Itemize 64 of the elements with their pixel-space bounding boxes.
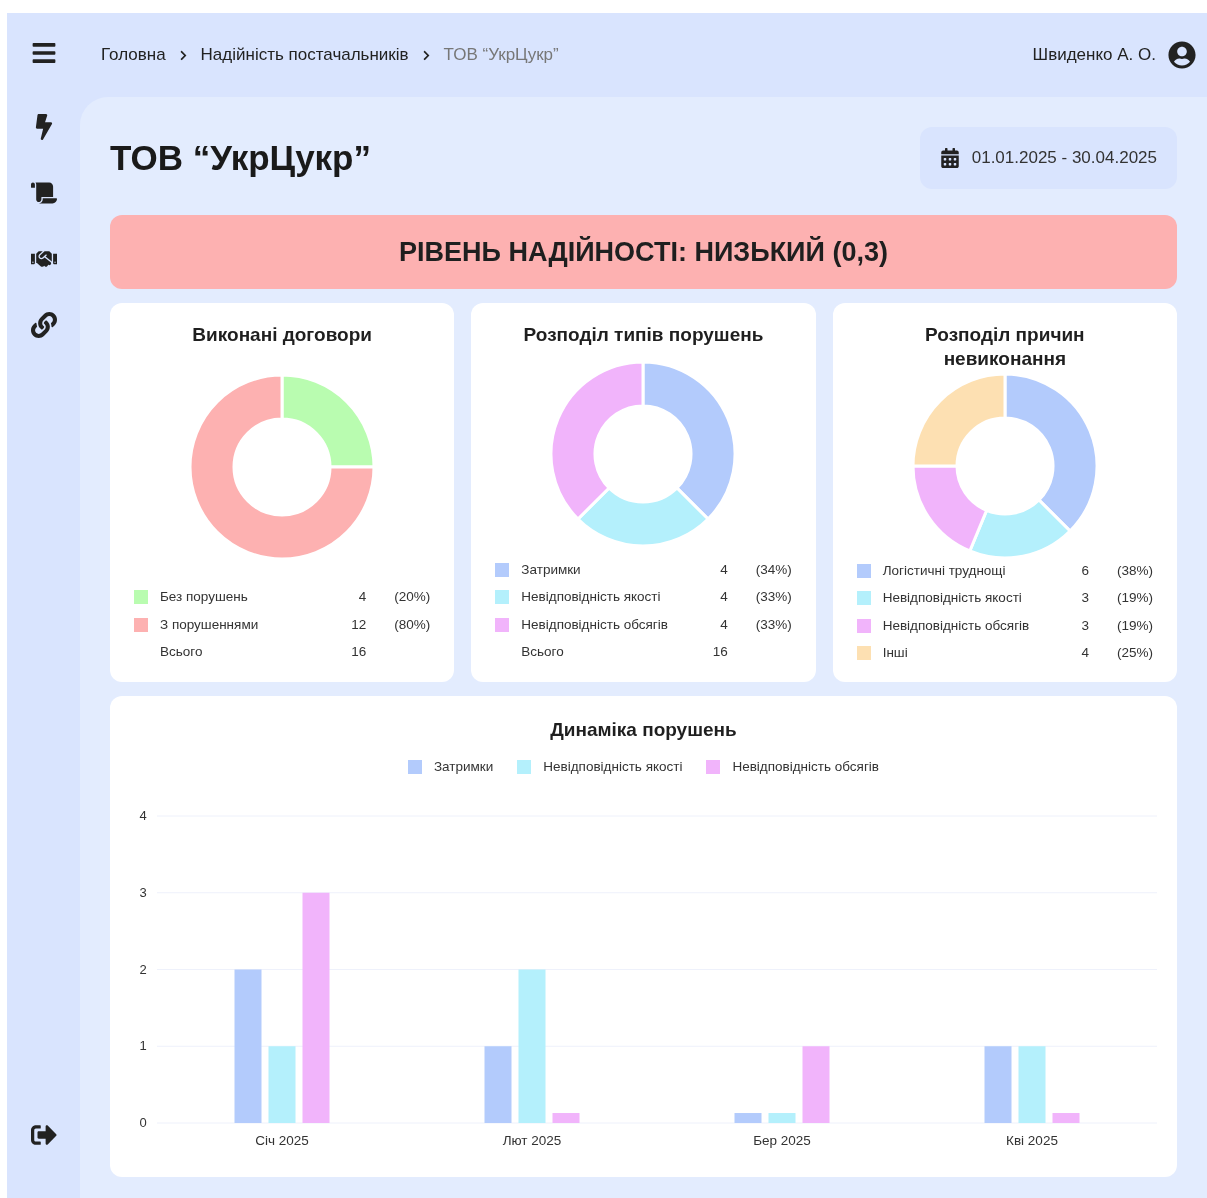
- axis-tick-label: 4: [139, 807, 147, 823]
- legend-count: 12: [351, 615, 367, 634]
- axis-tick-label: 3: [139, 884, 147, 900]
- legend-label: Невідповідність якості: [882, 589, 1023, 608]
- page-title: ТОВ “УкрЦукр”: [110, 136, 371, 179]
- legend-percent: (20%): [393, 588, 431, 607]
- legend-percent: (33%): [754, 615, 792, 634]
- legend-label: Невідповідність обсягів: [882, 616, 1031, 635]
- legend-percent: (19%): [1116, 616, 1153, 635]
- legend-count: 3: [1081, 616, 1089, 635]
- legend-count: 4: [720, 615, 728, 634]
- axis-tick-label: 2: [139, 961, 147, 977]
- legend-label: Без порушень: [160, 588, 249, 607]
- date-range-button[interactable]: 01.01.2025 - 30.04.2025: [919, 127, 1177, 189]
- axis-category-label: Кві 2025: [1006, 1132, 1058, 1148]
- legend-count: 3: [1081, 589, 1089, 608]
- legend-count: 4: [358, 588, 367, 607]
- menu-icon[interactable]: [30, 40, 57, 66]
- legend-percent: (33%): [754, 588, 792, 607]
- bar: [734, 1112, 762, 1123]
- legend-label: Затримки: [433, 757, 494, 776]
- breadcrumb-link[interactable]: Головна: [101, 42, 166, 68]
- axis-tick-label: 1: [139, 1038, 147, 1053]
- axis-category-label: Лют 2025: [502, 1132, 562, 1148]
- legend-count: 4: [1081, 643, 1089, 662]
- total-label: Всього: [521, 642, 565, 661]
- legend-label: Невідповідність якості: [543, 757, 683, 776]
- card-title: Розподіл причин невиконання: [924, 323, 1086, 371]
- legend-label: Затримки: [521, 561, 582, 579]
- legend-percent: (80%): [393, 615, 431, 634]
- legend-count: 6: [1081, 562, 1089, 580]
- avatar-icon[interactable]: [1168, 41, 1196, 69]
- reliability-banner: РІВЕНЬ НАДІЙНОСТІ: НИЗЬКИЙ (0,3): [110, 215, 1177, 289]
- scroll-icon[interactable]: [30, 180, 57, 206]
- card-title: Виконані договори: [191, 323, 373, 347]
- link-icon[interactable]: [30, 312, 57, 338]
- chart-title: Динаміка порушень: [549, 718, 738, 742]
- legend-label: Логістичні труднощі: [882, 562, 1007, 580]
- breadcrumb-link[interactable]: Надійність постачальників: [200, 42, 409, 68]
- legend-percent: (19%): [1116, 589, 1153, 608]
- axis-category-label: Бер 2025: [753, 1132, 811, 1148]
- logout-icon[interactable]: [30, 1122, 57, 1148]
- legend-percent: (25%): [1116, 643, 1153, 662]
- legend-label: Невідповідність обсягів: [521, 615, 669, 634]
- legend-label: Невідповідність якості: [521, 588, 662, 607]
- bar: [768, 1112, 796, 1123]
- axis-category-label: Січ 2025: [255, 1132, 309, 1148]
- axis-tick-label: 0: [139, 1114, 147, 1130]
- legend-count: 4: [720, 561, 728, 579]
- total-count: 16: [712, 642, 728, 661]
- bar: [552, 1112, 580, 1123]
- card-title: Розподіл типів порушень: [522, 323, 765, 347]
- breadcrumb-link[interactable]: ТОВ “УкрЦукр”: [443, 42, 559, 68]
- legend-percent: (34%): [754, 561, 792, 579]
- legend-count: 4: [720, 588, 728, 607]
- legend-label: Невідповідність обсягів: [732, 757, 880, 776]
- user-name: Швиденко А. О.: [1032, 44, 1156, 67]
- legend-label: Інші: [882, 643, 909, 662]
- total-label: Всього: [160, 642, 204, 661]
- total-count: 16: [351, 642, 367, 661]
- bar: [1052, 1112, 1080, 1123]
- legend-label: З порушеннями: [160, 615, 260, 634]
- legend-percent: (38%): [1116, 562, 1153, 580]
- calendar-icon: [939, 148, 960, 168]
